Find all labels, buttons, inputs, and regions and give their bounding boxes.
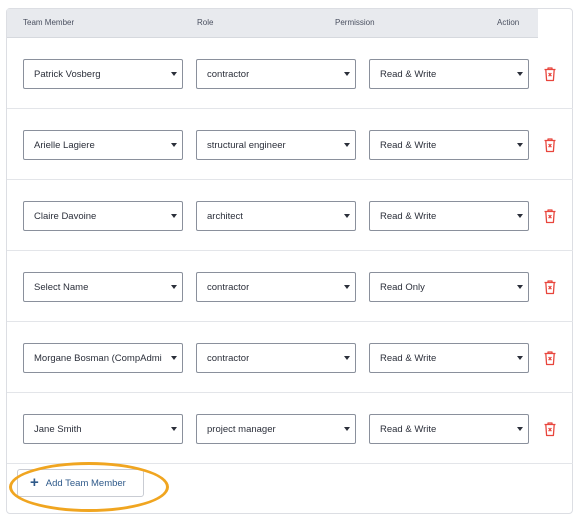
role-value: contractor — [207, 68, 250, 80]
permission-value: Read & Write — [380, 139, 437, 151]
table-row: Morgane Bosman (CompAdmin) contractor Re… — [7, 322, 573, 393]
trash-icon[interactable] — [543, 421, 557, 437]
chevron-down-icon — [344, 214, 350, 218]
permission-select[interactable]: Read & Write — [369, 414, 529, 444]
role-select[interactable]: project manager — [196, 414, 356, 444]
chevron-down-icon — [171, 214, 177, 218]
chevron-down-icon — [171, 427, 177, 431]
permission-select[interactable]: Read & Write — [369, 59, 529, 89]
table-row: Jane Smith project manager Read & Write — [7, 393, 573, 464]
team-member-value: Jane Smith — [34, 423, 82, 435]
trash-icon[interactable] — [543, 279, 557, 295]
team-member-value: Morgane Bosman (CompAdmin) — [34, 352, 162, 364]
chevron-down-icon — [344, 285, 350, 289]
chevron-down-icon — [517, 427, 523, 431]
team-members-table: Team Member Role Permission Action Patri… — [6, 8, 573, 514]
role-select[interactable]: contractor — [196, 59, 356, 89]
role-select[interactable]: structural engineer — [196, 130, 356, 160]
permission-select[interactable]: Read Only — [369, 272, 529, 302]
team-member-select[interactable]: Morgane Bosman (CompAdmin) — [23, 343, 183, 373]
permission-value: Read & Write — [380, 210, 437, 222]
team-member-select[interactable]: Claire Davoine — [23, 201, 183, 231]
chevron-down-icon — [517, 356, 523, 360]
role-value: project manager — [207, 423, 276, 435]
team-member-select[interactable]: Arielle Lagiere — [23, 130, 183, 160]
role-select[interactable]: contractor — [196, 272, 356, 302]
table-row: Select Name contractor Read Only — [7, 251, 573, 322]
chevron-down-icon — [344, 356, 350, 360]
permission-select[interactable]: Read & Write — [369, 343, 529, 373]
chevron-down-icon — [517, 143, 523, 147]
chevron-down-icon — [344, 143, 350, 147]
chevron-down-icon — [517, 72, 523, 76]
table-row: Claire Davoine architect Read & Write — [7, 180, 573, 251]
permission-value: Read & Write — [380, 423, 437, 435]
table-row: Arielle Lagiere structural engineer Read… — [7, 109, 573, 180]
chevron-down-icon — [171, 143, 177, 147]
team-member-value: Patrick Vosberg — [34, 68, 101, 80]
role-select[interactable]: architect — [196, 201, 356, 231]
header-permission: Permission — [335, 18, 375, 27]
highlight-annotation — [9, 462, 169, 512]
chevron-down-icon — [344, 72, 350, 76]
table-header: Team Member Role Permission Action — [7, 9, 538, 38]
permission-value: Read Only — [380, 281, 425, 293]
trash-icon[interactable] — [543, 66, 557, 82]
trash-icon[interactable] — [543, 208, 557, 224]
permission-value: Read & Write — [380, 68, 437, 80]
chevron-down-icon — [171, 72, 177, 76]
chevron-down-icon — [517, 285, 523, 289]
role-value: contractor — [207, 352, 250, 364]
chevron-down-icon — [517, 214, 523, 218]
role-value: structural engineer — [207, 139, 286, 151]
chevron-down-icon — [171, 285, 177, 289]
team-member-value: Claire Davoine — [34, 210, 97, 222]
trash-icon[interactable] — [543, 137, 557, 153]
team-member-select[interactable]: Jane Smith — [23, 414, 183, 444]
role-value: contractor — [207, 281, 250, 293]
permission-select[interactable]: Read & Write — [369, 201, 529, 231]
table-row: Patrick Vosberg contractor Read & Write — [7, 38, 573, 109]
team-member-select[interactable]: Patrick Vosberg — [23, 59, 183, 89]
header-team-member: Team Member — [23, 18, 75, 27]
header-action: Action — [497, 18, 520, 27]
chevron-down-icon — [171, 356, 177, 360]
role-value: architect — [207, 210, 243, 222]
team-member-value: Arielle Lagiere — [34, 139, 95, 151]
trash-icon[interactable] — [543, 350, 557, 366]
team-member-value: Select Name — [34, 281, 89, 293]
header-role: Role — [197, 18, 214, 27]
role-select[interactable]: contractor — [196, 343, 356, 373]
team-member-select[interactable]: Select Name — [23, 272, 183, 302]
permission-select[interactable]: Read & Write — [369, 130, 529, 160]
chevron-down-icon — [344, 427, 350, 431]
permission-value: Read & Write — [380, 352, 437, 364]
